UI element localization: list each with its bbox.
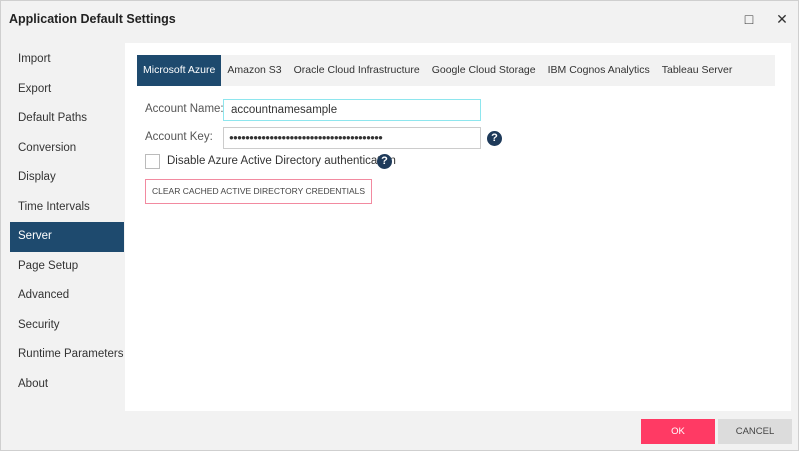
ok-button[interactable]: OK [641, 419, 715, 444]
tab-ibm-cognos[interactable]: IBM Cognos Analytics [542, 55, 656, 86]
disable-aad-help-icon[interactable]: ? [377, 154, 392, 169]
sidebar-item-security[interactable]: Security [10, 311, 124, 341]
disable-aad-checkbox[interactable] [145, 154, 160, 169]
tab-microsoft-azure[interactable]: Microsoft Azure [137, 55, 221, 86]
account-key-input[interactable]: ●●●●●●●●●●●●●●●●●●●●●●●●●●●●●●●●●●●●●● [223, 127, 481, 149]
title-bar: Application Default Settings □ ✕ [1, 1, 798, 37]
settings-panel: Microsoft Azure Amazon S3 Oracle Cloud I… [125, 43, 791, 411]
sidebar-item-about[interactable]: About [10, 370, 124, 400]
server-tabs: Microsoft Azure Amazon S3 Oracle Cloud I… [137, 55, 775, 86]
sidebar-item-conversion[interactable]: Conversion [10, 134, 124, 164]
sidebar-item-display[interactable]: Display [10, 163, 124, 193]
disable-aad-label: Disable Azure Active Directory authentic… [167, 155, 396, 167]
sidebar-item-runtime-parameters[interactable]: Runtime Parameters [10, 340, 124, 370]
tab-oracle-cloud[interactable]: Oracle Cloud Infrastructure [288, 55, 426, 86]
account-name-label: Account Name: [145, 103, 224, 115]
clear-credentials-button[interactable]: CLEAR CACHED ACTIVE DIRECTORY CREDENTIAL… [145, 179, 372, 204]
tab-google-cloud-storage[interactable]: Google Cloud Storage [426, 55, 542, 86]
close-icon[interactable]: ✕ [773, 10, 791, 28]
cancel-button[interactable]: CANCEL [718, 419, 792, 444]
sidebar-item-server[interactable]: Server [10, 222, 124, 252]
sidebar-item-default-paths[interactable]: Default Paths [10, 104, 124, 134]
account-key-help-icon[interactable]: ? [487, 131, 502, 146]
sidebar-item-page-setup[interactable]: Page Setup [10, 252, 124, 282]
tab-amazon-s3[interactable]: Amazon S3 [221, 55, 287, 86]
tab-tableau-server[interactable]: Tableau Server [656, 55, 739, 86]
account-key-label: Account Key: [145, 131, 213, 143]
sidebar: Import Export Default Paths Conversion D… [10, 45, 124, 399]
window-title: Application Default Settings [9, 12, 176, 26]
sidebar-item-export[interactable]: Export [10, 75, 124, 105]
maximize-icon[interactable]: □ [740, 10, 758, 28]
sidebar-item-import[interactable]: Import [10, 45, 124, 75]
sidebar-item-time-intervals[interactable]: Time Intervals [10, 193, 124, 223]
sidebar-item-advanced[interactable]: Advanced [10, 281, 124, 311]
account-name-input[interactable]: accountnamesample [223, 99, 481, 121]
